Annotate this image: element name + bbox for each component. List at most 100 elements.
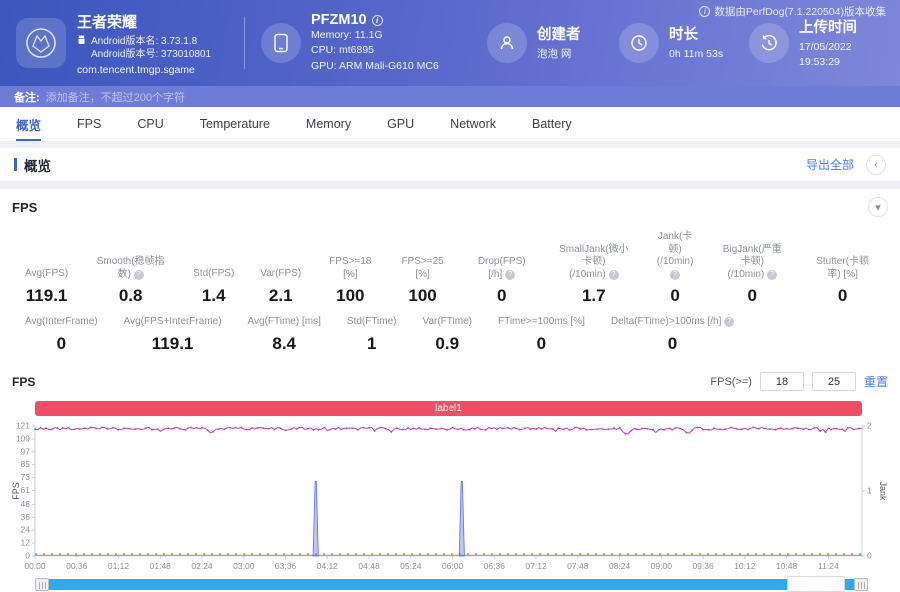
info-icon[interactable]: ? [505, 270, 515, 280]
notes-bar[interactable]: 备注: 添加备注，不超过200个字符 [0, 86, 900, 107]
stat-var-fps: Var(FPS)2.1 [247, 268, 314, 306]
creator-name: 泡泡 网 [537, 47, 581, 62]
svg-text:24: 24 [21, 525, 31, 535]
tab-network[interactable]: Network [450, 107, 496, 141]
stat-label: Var(FPS) [260, 268, 301, 281]
stat-var-ftime: Var(FTime)0.9 [410, 316, 485, 354]
stat-avg-fps: Avg(FPS) 119.1 [12, 268, 81, 306]
app-block: 王者荣耀 Android版本名: 3.73.1.8 Android版本号: 37… [16, 11, 240, 76]
svg-text:06:00: 06:00 [442, 561, 464, 571]
tab-cpu[interactable]: CPU [137, 107, 163, 141]
stat-value: 0 [472, 286, 532, 306]
stat-value: 1.4 [193, 286, 234, 306]
info-icon[interactable]: ? [609, 270, 619, 280]
device-cpu: CPU: mt6895 [311, 43, 439, 58]
stat-value: 0 [656, 286, 694, 306]
svg-text:61: 61 [21, 485, 31, 495]
svg-text:48: 48 [21, 499, 31, 509]
device-info-icon[interactable]: i [372, 15, 383, 26]
svg-text:03:00: 03:00 [233, 561, 255, 571]
stat-jank: Jank(卡顿)(/10min) ? 0 [643, 231, 707, 306]
svg-text:04:12: 04:12 [317, 561, 339, 571]
svg-text:05:24: 05:24 [400, 561, 422, 571]
svg-text:97: 97 [21, 446, 31, 456]
creator-block: 创建者 泡泡 网 [487, 23, 619, 63]
section-accent-bar [14, 158, 17, 171]
tab-fps[interactable]: FPS [77, 107, 101, 141]
header-divider [244, 17, 245, 69]
svg-text:00:36: 00:36 [66, 561, 88, 571]
collapse-down-icon[interactable]: ▾ [868, 197, 888, 217]
stat-avg-interframe: Avg(InterFrame)0 [12, 316, 111, 354]
svg-text:1: 1 [867, 486, 872, 496]
stat-label: FTime>=100ms [%] [498, 316, 585, 329]
stat-label: Drop(FPS) [/h] ? [472, 256, 532, 281]
svg-text:10:12: 10:12 [734, 561, 756, 571]
scrollbar-left-handle[interactable] [35, 578, 49, 591]
tab-概览[interactable]: 概览 [16, 107, 41, 141]
svg-text:0: 0 [25, 551, 30, 561]
info-icon[interactable]: ? [134, 270, 144, 280]
info-icon[interactable]: ? [724, 317, 734, 327]
svg-text:01:48: 01:48 [150, 561, 172, 571]
fps-threshold-label: FPS(>=) [710, 376, 752, 388]
stat-std-ftime: Std(FTime) 1 [334, 316, 410, 354]
notes-label: 备注: [14, 89, 40, 105]
stat-ftime-100ms: FTime>=100ms [%] 0 [485, 316, 598, 354]
svg-text:11:24: 11:24 [818, 561, 839, 571]
tab-battery[interactable]: Battery [532, 107, 572, 141]
tab-bar: 概览 FPS CPU Temperature Memory GPU Network Batte… [0, 107, 900, 142]
info-icon[interactable]: ? [767, 270, 777, 280]
stat-label: Std(FPS) [193, 268, 234, 281]
fps-threshold-input-1[interactable] [760, 372, 804, 391]
stat-avg-fps-interframe: Avg(FPS+InterFrame)119.1 [111, 316, 235, 354]
svg-text:09:00: 09:00 [651, 561, 673, 571]
svg-text:01:12: 01:12 [108, 561, 130, 571]
region-label-text: label1 [435, 403, 462, 414]
stat-value: 0 [498, 334, 585, 354]
stat-label: FPS>=25 [%] [399, 256, 445, 281]
overview-title: 概览 [24, 155, 51, 175]
export-all-link[interactable]: 导出全部 [806, 156, 854, 173]
creator-label: 创建者 [537, 23, 581, 44]
stat-label: Jank(卡顿)(/10min) ? [656, 231, 694, 281]
overview-section-header: 概览 导出全部 ‹ [0, 148, 900, 181]
svg-text:04:48: 04:48 [358, 561, 380, 571]
tab-memory[interactable]: Memory [306, 107, 351, 141]
collapse-left-icon[interactable]: ‹ [866, 155, 886, 175]
fps-card-title: FPS [12, 200, 37, 215]
stat-value: 1 [347, 334, 397, 354]
chart-scrollbar[interactable] [35, 579, 868, 590]
fps-threshold-input-2[interactable] [812, 372, 856, 391]
svg-text:00:00: 00:00 [24, 561, 46, 571]
device-block: PFZM10 i Memory: 11.1G CPU: mt6895 GPU: … [261, 12, 487, 74]
stat-fps-18: FPS>=18 [%]100 [314, 256, 386, 306]
fps-chart[interactable]: 01224364861738597109121012FPSJank00:0000… [12, 420, 888, 572]
stat-label: Std(FTime) [347, 316, 397, 329]
svg-text:12: 12 [21, 538, 31, 548]
chart-region-label[interactable]: label1 [35, 401, 862, 416]
stat-stutter: Stutter(卡顿率) [%]0 [797, 256, 888, 306]
svg-text:FPS: FPS [12, 482, 21, 500]
svg-text:Jank: Jank [878, 481, 888, 501]
device-name: PFZM10 [311, 12, 367, 28]
partial-bottom-box[interactable] [787, 576, 845, 592]
upload-value: 17/05/2022 19:53:29 [799, 40, 882, 70]
stat-value: 0 [25, 334, 98, 354]
stat-avg-ftime-ms: Avg(FTime) [ms]8.4 [235, 316, 334, 354]
svg-text:08:24: 08:24 [609, 561, 631, 571]
device-gpu: GPU: ARM Mali-G610 MC6 [311, 59, 439, 74]
svg-text:03:36: 03:36 [275, 561, 297, 571]
info-icon[interactable]: ? [670, 270, 680, 280]
fps-stats-row-1: Avg(FPS)119.1Smooth(稳帧指数) ?0.8Std(FPS)1.… [12, 231, 888, 306]
stat-value: 100 [399, 286, 445, 306]
stat-value: 119.1 [25, 286, 68, 306]
stat-label: Avg(FPS) [25, 268, 68, 281]
scrollbar-right-handle[interactable] [854, 578, 868, 591]
tab-temperature[interactable]: Temperature [200, 107, 270, 141]
stat-label: Delta(FTime)>100ms [/h] ? [611, 316, 734, 329]
reset-link[interactable]: 重置 [864, 373, 888, 390]
stat-delta-ftime-100ms-h: Delta(FTime)>100ms [/h] ?0 [598, 316, 747, 354]
tab-gpu[interactable]: GPU [387, 107, 414, 141]
stat-fps-25: FPS>=25 [%] 100 [386, 256, 458, 306]
